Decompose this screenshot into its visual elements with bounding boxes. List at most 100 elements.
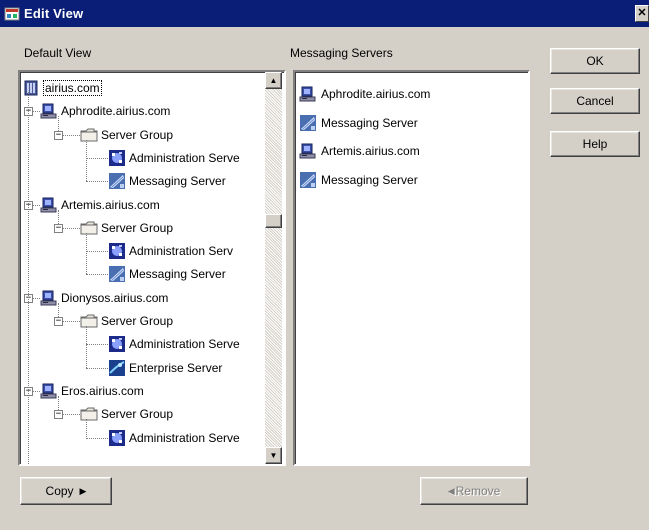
title-bar: Edit View ✕ bbox=[0, 0, 649, 27]
messaging-servers-label: Messaging Servers bbox=[290, 46, 393, 60]
tree-item[interactable]: Messaging Server bbox=[108, 170, 226, 192]
ok-button[interactable]: OK bbox=[550, 48, 640, 74]
tree-connector bbox=[63, 321, 80, 322]
tree-connector bbox=[33, 390, 40, 392]
list-item-label: Messaging Server bbox=[321, 172, 418, 187]
collapse-icon[interactable]: − bbox=[54, 130, 63, 140]
copy-arrow-icon: ▶ bbox=[79, 485, 87, 496]
tree-item[interactable]: Server Group bbox=[80, 403, 173, 425]
list-item[interactable]: Messaging Server bbox=[299, 168, 418, 192]
tree-item-label: Administration Serv bbox=[129, 244, 234, 259]
window-icon bbox=[4, 6, 20, 22]
folder-icon bbox=[80, 312, 98, 330]
tree-item-label: Administration Serve bbox=[129, 150, 240, 165]
tree-item-label: Messaging Server bbox=[129, 174, 226, 189]
tree-connector bbox=[86, 367, 108, 369]
host-icon bbox=[40, 289, 58, 307]
tree-item-label: Server Group bbox=[101, 314, 174, 328]
tree-item[interactable]: Administration Serve bbox=[108, 427, 240, 449]
list-item[interactable]: Artemis.airius.com bbox=[299, 139, 420, 163]
messaging-server-icon bbox=[108, 172, 126, 190]
tree-item[interactable]: Eros.airius.com bbox=[40, 380, 144, 402]
tree-connector bbox=[58, 116, 59, 131]
list-item-label: Artemis.airius.com bbox=[321, 144, 420, 158]
tree-item[interactable]: Messaging Server bbox=[108, 263, 226, 285]
admin-server-icon bbox=[108, 429, 126, 447]
tree-connector bbox=[58, 209, 59, 224]
tree-connector bbox=[58, 395, 59, 411]
enterprise-server-icon bbox=[108, 359, 126, 377]
vertical-scrollbar[interactable]: ▲ ▼ bbox=[265, 72, 282, 464]
folder-icon bbox=[80, 405, 98, 423]
host-icon bbox=[40, 102, 58, 120]
tree-connector bbox=[86, 344, 108, 346]
tree-connector bbox=[33, 204, 40, 206]
tree-connector bbox=[86, 274, 108, 276]
messaging-servers-list[interactable]: Aphrodite.airius.com Messaging Server Arte… bbox=[293, 70, 530, 466]
tree-item-label: Eros.airius.com bbox=[61, 383, 144, 398]
tree-item-label: airius.com bbox=[43, 80, 102, 96]
close-icon[interactable]: ✕ bbox=[635, 5, 649, 22]
tree-connector bbox=[63, 134, 80, 136]
collapse-icon[interactable]: − bbox=[54, 223, 63, 233]
tree-item[interactable]: Server Group bbox=[80, 310, 173, 332]
tree-connector bbox=[63, 414, 80, 416]
admin-server-icon bbox=[108, 335, 126, 353]
tree-item-label: Aphrodite.airius.com bbox=[61, 104, 171, 119]
tree-connector bbox=[86, 157, 108, 159]
tree-item[interactable]: Server Group bbox=[80, 124, 173, 146]
tree-connector bbox=[86, 419, 87, 438]
collapse-icon[interactable]: − bbox=[54, 317, 63, 326]
tree-item[interactable]: Dionysos.airius.com bbox=[40, 287, 168, 309]
tree-connector bbox=[58, 302, 59, 317]
host-icon bbox=[299, 85, 317, 103]
default-view-tree[interactable]: airius.com Aphrodite.airius.com − Server Gr… bbox=[18, 70, 286, 466]
tree-item-label: Administration Serve bbox=[129, 430, 240, 445]
tree-connector bbox=[33, 297, 40, 299]
tree-connector bbox=[86, 251, 108, 253]
copy-button[interactable]: Copy ▶ bbox=[20, 477, 112, 505]
cancel-button[interactable]: Cancel bbox=[550, 88, 640, 114]
tree-connector bbox=[86, 437, 108, 439]
host-icon bbox=[40, 196, 58, 214]
tree-item-label: Enterprise Server bbox=[129, 360, 223, 375]
tree-item-label: Dionysos.airius.com bbox=[61, 290, 169, 305]
remove-button[interactable]: ◀ Remove bbox=[420, 477, 528, 505]
collapse-icon[interactable]: − bbox=[54, 410, 63, 420]
tree-item-label: Server Group bbox=[101, 127, 174, 142]
tree-item[interactable]: airius.com bbox=[22, 77, 102, 99]
folder-icon bbox=[80, 126, 98, 144]
window-title: Edit View bbox=[24, 6, 84, 21]
tree-item-label: Server Group bbox=[101, 407, 174, 422]
admin-server-icon bbox=[108, 149, 126, 167]
list-item[interactable]: Aphrodite.airius.com bbox=[299, 82, 430, 106]
tree-connector bbox=[86, 232, 87, 275]
tree-item[interactable]: Administration Serve bbox=[108, 147, 240, 169]
tree-item[interactable]: Server Group bbox=[80, 217, 173, 239]
tree-connector bbox=[86, 326, 87, 368]
tree-item-label: Server Group bbox=[101, 220, 174, 235]
tree-item-label: Artemis.airius.com bbox=[61, 197, 160, 212]
tree-item[interactable]: Administration Serve bbox=[108, 333, 240, 355]
scroll-thumb[interactable] bbox=[265, 214, 282, 228]
messaging-server-icon bbox=[299, 114, 317, 132]
remove-arrow-icon: ◀ bbox=[447, 485, 455, 496]
scroll-down-icon[interactable]: ▼ bbox=[265, 447, 282, 464]
list-item-label: Aphrodite.airius.com bbox=[321, 87, 431, 101]
help-button[interactable]: Help bbox=[550, 131, 640, 157]
tree-item[interactable]: Aphrodite.airius.com bbox=[40, 100, 170, 122]
list-item[interactable]: Messaging Server bbox=[299, 111, 418, 135]
tree-item[interactable]: Enterprise Server bbox=[108, 357, 222, 379]
tree-item[interactable]: Administration Serv bbox=[108, 240, 233, 262]
scroll-up-icon[interactable]: ▲ bbox=[265, 72, 282, 89]
tree-connector bbox=[28, 92, 29, 464]
copy-button-label: Copy bbox=[45, 484, 74, 498]
messaging-server-icon bbox=[299, 171, 317, 189]
remove-button-label: Remove bbox=[455, 484, 501, 498]
tree-item-label: Messaging Server bbox=[129, 267, 226, 282]
tree-connector bbox=[86, 181, 108, 183]
tree-connector bbox=[86, 139, 87, 182]
tree-connector bbox=[33, 111, 40, 113]
host-icon bbox=[299, 142, 317, 160]
tree-item-label: Administration Serve bbox=[129, 337, 240, 352]
